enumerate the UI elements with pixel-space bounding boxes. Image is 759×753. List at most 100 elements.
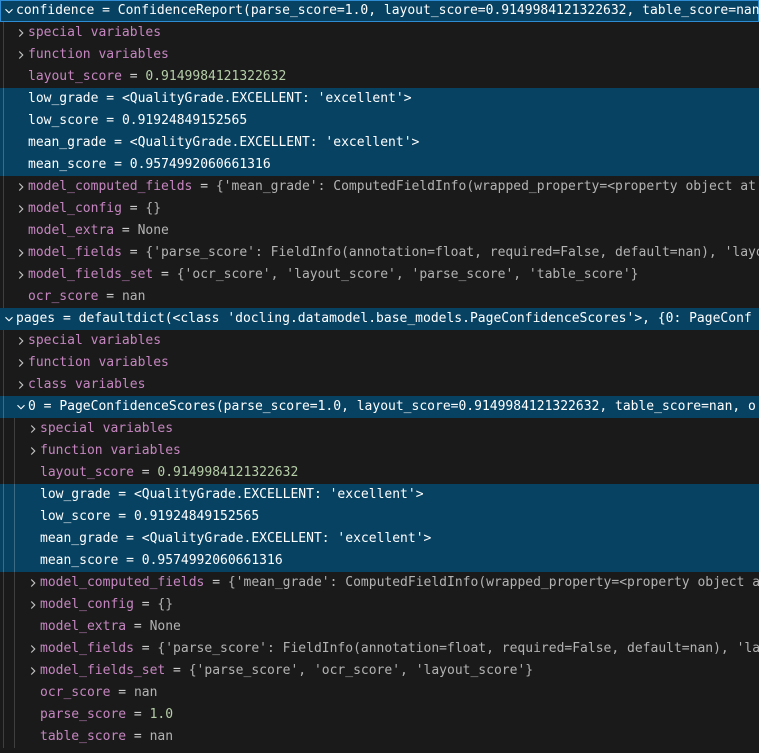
variable-value: defaultdict(<class 'docling.datamodel.ba… [79, 308, 752, 330]
variable-row[interactable]: model_computed_fields = {'mean_grade': C… [0, 176, 759, 198]
variable-row[interactable]: pages = defaultdict(<class 'docling.data… [0, 308, 759, 330]
indent-guide [3, 66, 4, 88]
variable-value: <QualityGrade.EXCELLENT: 'excellent'> [130, 132, 420, 154]
indent-guide [3, 44, 4, 66]
chevron-right-icon[interactable] [14, 352, 28, 374]
variable-row[interactable]: low_score = 0.91924849152565 [0, 506, 759, 528]
variable-row[interactable]: low_score = 0.91924849152565 [0, 110, 759, 132]
variable-value: {'ocr_score', 'layout_score', 'parse_sco… [177, 264, 639, 286]
variable-value: {} [157, 594, 173, 616]
variable-row[interactable]: model_fields_set = {'parse_score', 'ocr_… [0, 660, 759, 682]
indent-guide [14, 616, 15, 638]
variable-row[interactable]: mean_grade = <QualityGrade.EXCELLENT: 'e… [0, 528, 759, 550]
variable-value: 1.0 [150, 704, 173, 726]
indent-guide [14, 638, 15, 660]
indent-guide [14, 572, 15, 594]
chevron-right-icon[interactable] [14, 242, 28, 264]
group-row[interactable]: function variables [0, 44, 759, 66]
variable-row[interactable]: model_fields = {'parse_score': FieldInfo… [0, 242, 759, 264]
variable-row[interactable]: parse_score = 1.0 [0, 704, 759, 726]
equals-sign: = [204, 572, 227, 594]
variable-name: mean_grade [28, 132, 106, 154]
variable-name: model_extra [28, 220, 114, 242]
twistie-spacer [26, 528, 40, 550]
equals-sign: = [122, 66, 145, 88]
variable-row[interactable]: confidence = ConfidenceReport(parse_scor… [0, 0, 759, 22]
variable-row[interactable]: low_grade = <QualityGrade.EXCELLENT: 'ex… [0, 484, 759, 506]
chevron-right-icon[interactable] [26, 418, 40, 440]
variable-name: ocr_score [40, 682, 110, 704]
variable-row[interactable]: ocr_score = nan [0, 286, 759, 308]
indent-guide [3, 616, 4, 638]
variable-value: 0.91924849152565 [134, 506, 259, 528]
variable-value: {'parse_score': FieldInfo(annotation=flo… [157, 638, 759, 660]
group-label: special variables [28, 330, 161, 352]
indent-guide [3, 550, 4, 572]
variable-row[interactable]: model_config = {} [0, 198, 759, 220]
equals-sign: = [110, 506, 133, 528]
variable-row[interactable]: mean_grade = <QualityGrade.EXCELLENT: 'e… [0, 132, 759, 154]
chevron-right-icon[interactable] [14, 176, 28, 198]
chevron-right-icon[interactable] [14, 330, 28, 352]
variable-row[interactable]: model_config = {} [0, 594, 759, 616]
indent-guide [3, 528, 4, 550]
chevron-right-icon[interactable] [26, 572, 40, 594]
twistie-spacer [26, 550, 40, 572]
variable-row[interactable]: model_extra = None [0, 220, 759, 242]
twistie-spacer [14, 88, 28, 110]
variable-row[interactable]: mean_score = 0.9574992060661316 [0, 550, 759, 572]
indent-guide [3, 220, 4, 242]
variable-row[interactable]: table_score = nan [0, 726, 759, 748]
variable-value: PageConfidenceScores(parse_score=1.0, la… [59, 396, 756, 418]
indent-guide [3, 330, 4, 352]
indent-guide [14, 660, 15, 682]
variable-row[interactable]: model_fields = {'parse_score': FieldInfo… [0, 638, 759, 660]
chevron-right-icon[interactable] [14, 44, 28, 66]
variable-row[interactable]: model_computed_fields = {'mean_grade': C… [0, 572, 759, 594]
variable-name: layout_score [28, 66, 122, 88]
chevron-right-icon[interactable] [26, 594, 40, 616]
twistie-spacer [26, 506, 40, 528]
chevron-right-icon[interactable] [14, 198, 28, 220]
indent-guide [14, 550, 15, 572]
chevron-right-icon[interactable] [26, 440, 40, 462]
chevron-down-icon[interactable] [2, 308, 16, 330]
variable-row[interactable]: mean_score = 0.9574992060661316 [0, 154, 759, 176]
indent-guide [14, 726, 15, 748]
variable-value: nan [134, 682, 157, 704]
variable-value: {} [145, 198, 161, 220]
variable-row[interactable]: layout_score = 0.9149984121322632 [0, 462, 759, 484]
equals-sign: = [114, 220, 137, 242]
variable-name: layout_score [40, 462, 134, 484]
chevron-down-icon[interactable] [2, 0, 16, 22]
variable-value: None [150, 616, 181, 638]
group-row[interactable]: function variables [0, 440, 759, 462]
variable-name: mean_score [28, 154, 106, 176]
variable-row[interactable]: model_extra = None [0, 616, 759, 638]
chevron-down-icon[interactable] [14, 396, 28, 418]
variable-name: low_grade [28, 88, 98, 110]
group-row[interactable]: function variables [0, 352, 759, 374]
variable-value: 0.9149984121322632 [157, 462, 298, 484]
group-row[interactable]: class variables [0, 374, 759, 396]
chevron-right-icon[interactable] [26, 638, 40, 660]
variable-row[interactable]: layout_score = 0.9149984121322632 [0, 66, 759, 88]
variable-row[interactable]: low_grade = <QualityGrade.EXCELLENT: 'ex… [0, 88, 759, 110]
equals-sign: = [118, 528, 141, 550]
group-row[interactable]: special variables [0, 330, 759, 352]
variable-value: ConfidenceReport(parse_score=1.0, layout… [118, 0, 759, 22]
chevron-right-icon[interactable] [26, 660, 40, 682]
variable-row[interactable]: model_fields_set = {'ocr_score', 'layout… [0, 264, 759, 286]
twistie-spacer [14, 132, 28, 154]
indent-guide [14, 704, 15, 726]
chevron-right-icon[interactable] [14, 374, 28, 396]
chevron-right-icon[interactable] [14, 22, 28, 44]
indent-guide [14, 528, 15, 550]
group-row[interactable]: special variables [0, 418, 759, 440]
variable-row[interactable]: 0 = PageConfidenceScores(parse_score=1.0… [0, 396, 759, 418]
variable-row[interactable]: ocr_score = nan [0, 682, 759, 704]
equals-sign: = [110, 484, 133, 506]
equals-sign: = [126, 726, 149, 748]
chevron-right-icon[interactable] [14, 264, 28, 286]
group-row[interactable]: special variables [0, 22, 759, 44]
